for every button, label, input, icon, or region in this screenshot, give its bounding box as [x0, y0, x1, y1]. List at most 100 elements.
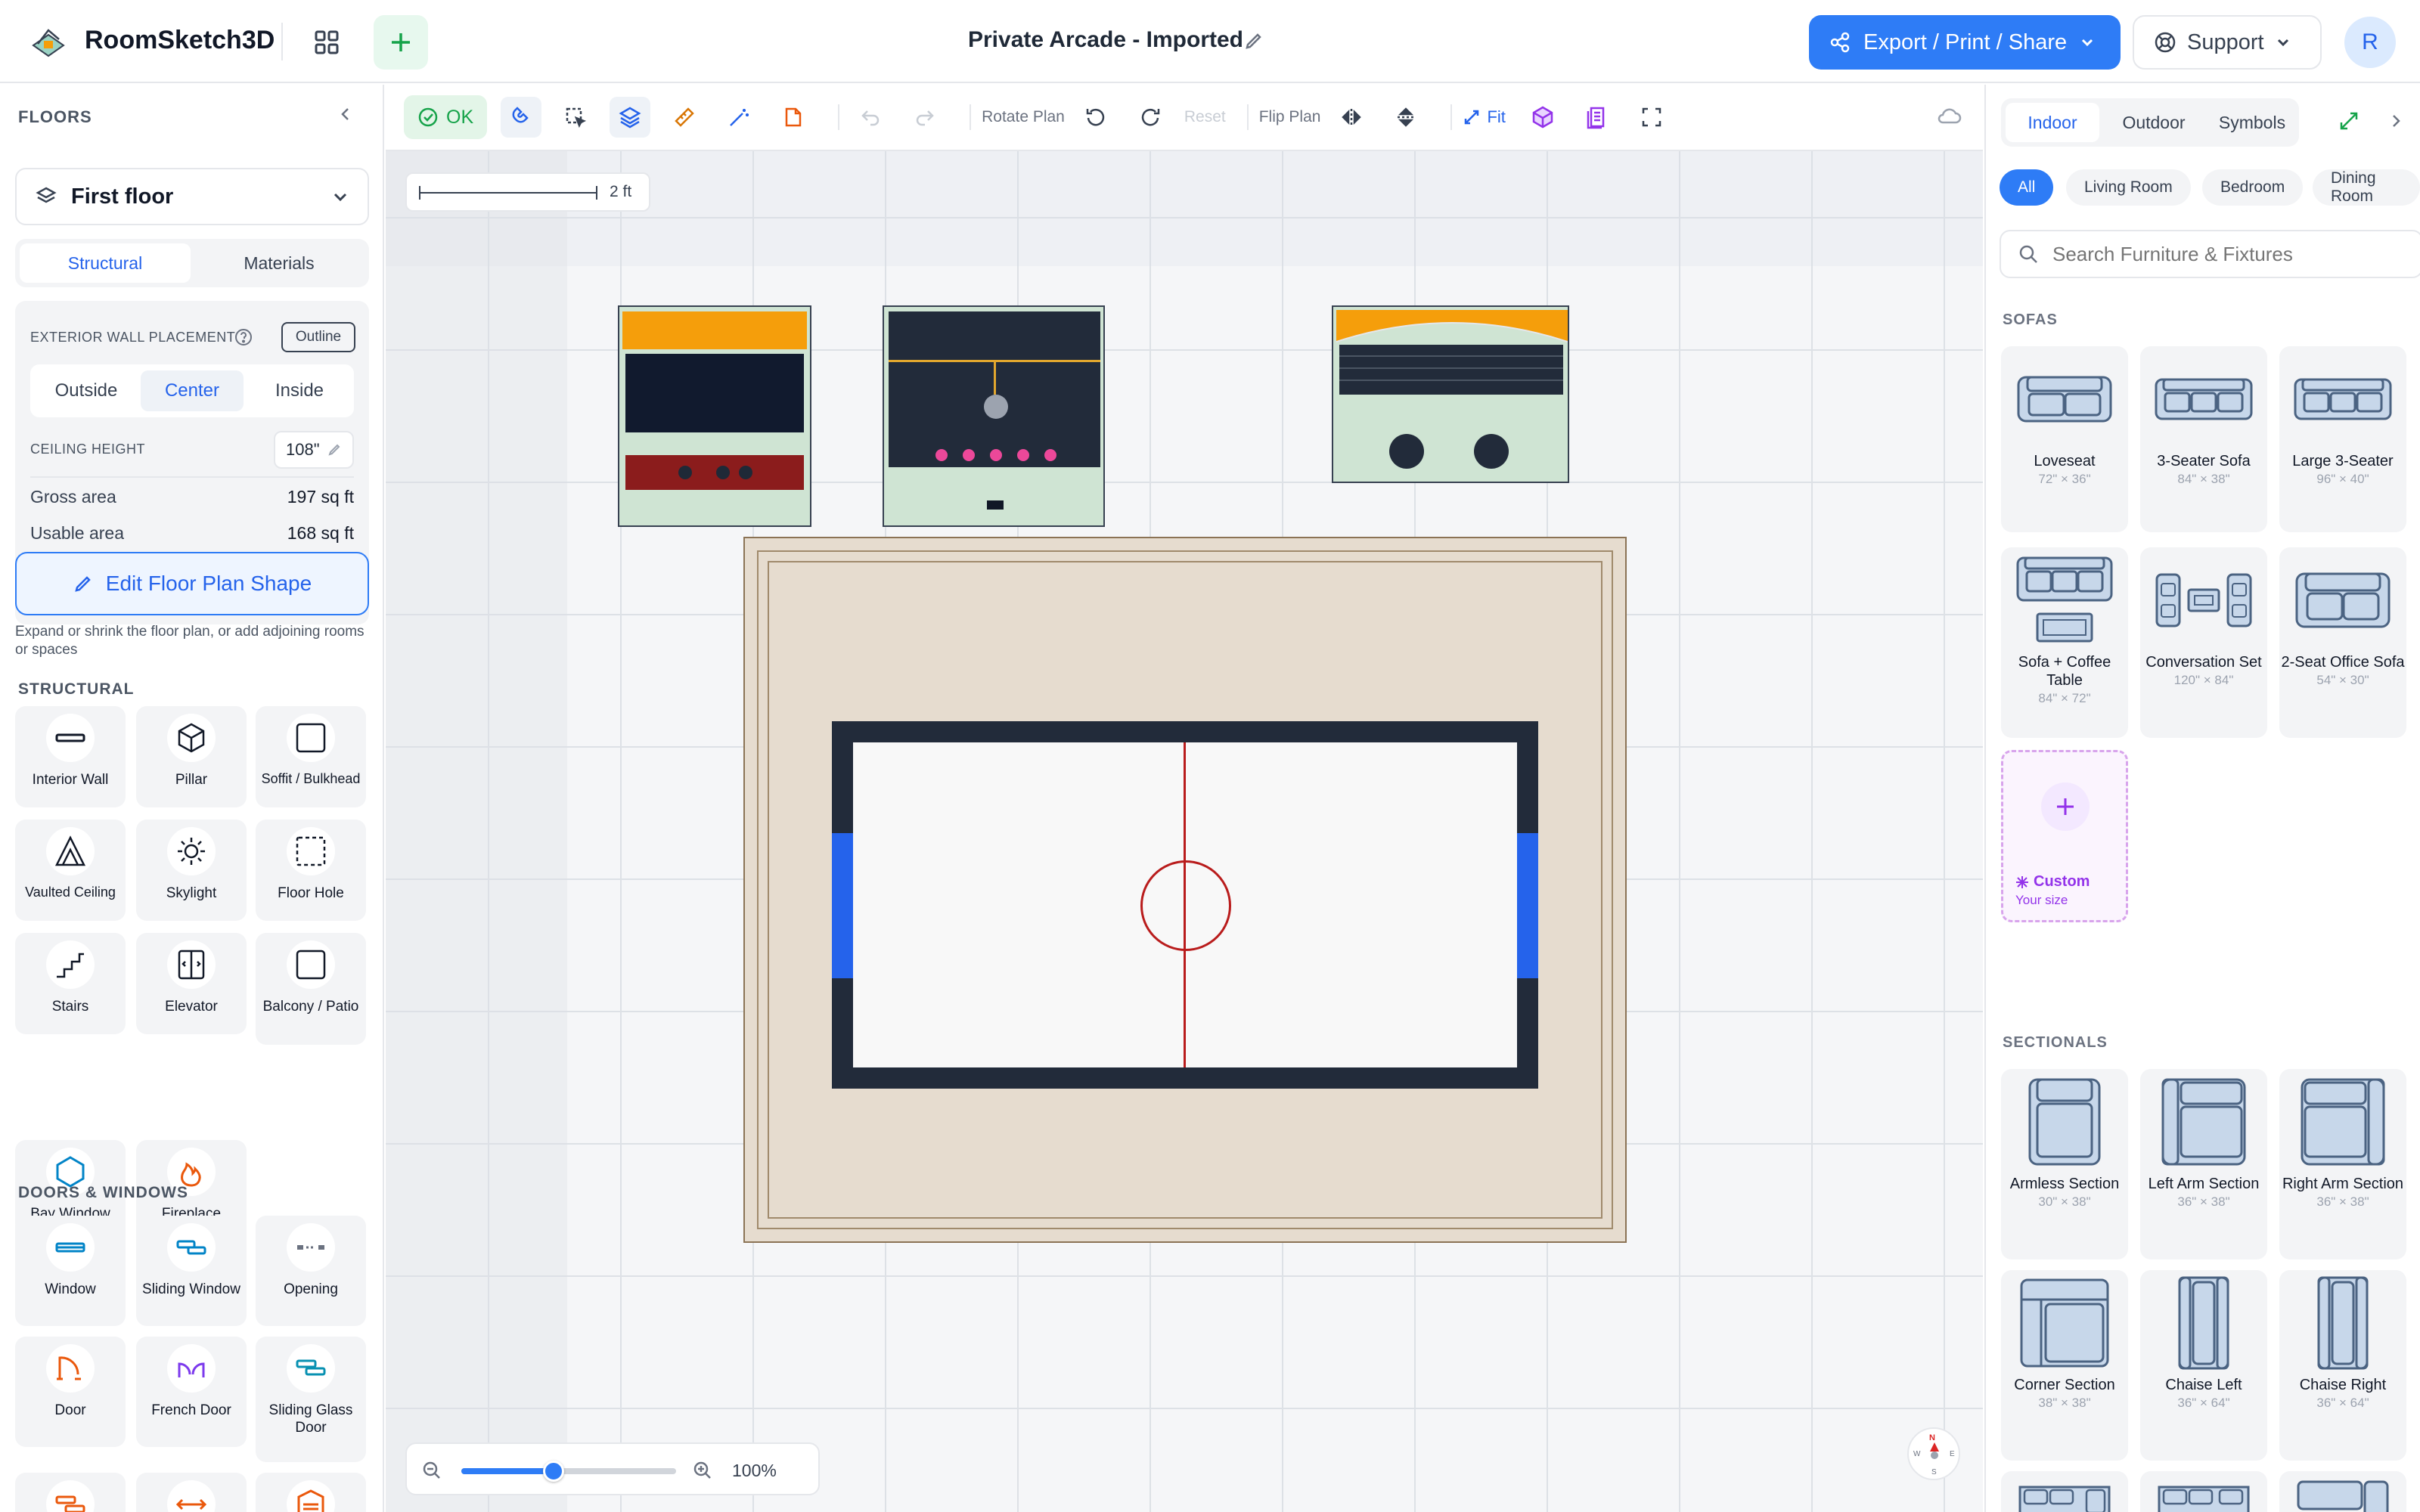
- tool-balcony[interactable]: Balcony / Patio: [256, 933, 366, 1045]
- tool-floor-hole[interactable]: Floor Hole: [256, 820, 366, 921]
- tool-pillar[interactable]: Pillar: [136, 706, 247, 807]
- tool-more-2[interactable]: [136, 1473, 247, 1512]
- furniture-large-3-seater[interactable]: Large 3-Seater 96" × 40": [2279, 346, 2406, 532]
- rotate-right-icon[interactable]: [1130, 97, 1171, 138]
- tool-french-door[interactable]: French Door: [136, 1337, 247, 1447]
- pinball-machine[interactable]: [883, 305, 1105, 527]
- wall-placement-label: EXTERIOR WALL PLACEMENT: [30, 330, 236, 345]
- furniture-dimensions: 72" × 36": [2038, 472, 2091, 486]
- furniture-chaise-right[interactable]: Chaise Right 36" × 64": [2279, 1270, 2406, 1461]
- furniture-2-seat-office-sofa[interactable]: 2-Seat Office Sofa 54" × 30": [2279, 547, 2406, 738]
- ceiling-height-input[interactable]: 108": [274, 431, 354, 469]
- zoom-slider[interactable]: [461, 1461, 676, 1482]
- furniture-conversation-set[interactable]: Conversation Set 120" × 84": [2140, 547, 2267, 738]
- ok-status-button[interactable]: OK: [404, 95, 488, 139]
- floor-plan-canvas[interactable]: 2 ft 100% N E S W: [386, 85, 1983, 1512]
- app-name: RoomSketch3D: [85, 26, 275, 54]
- compass[interactable]: N E S W: [1907, 1427, 1960, 1480]
- tool-opening[interactable]: Opening: [256, 1216, 366, 1326]
- tool-skylight[interactable]: Skylight: [136, 820, 247, 921]
- tool-window[interactable]: Window: [15, 1216, 126, 1326]
- outline-button[interactable]: Outline: [281, 322, 355, 352]
- tool-elevator[interactable]: Elevator: [136, 933, 247, 1034]
- furniture-armless-section[interactable]: Armless Section 30" × 38": [2001, 1069, 2128, 1259]
- zoom-in-icon[interactable]: [693, 1461, 712, 1480]
- tab-symbols[interactable]: Symbols: [2205, 103, 2299, 142]
- reset-button[interactable]: Reset: [1184, 108, 1226, 126]
- furniture-corner-section[interactable]: Corner Section 38" × 38": [2001, 1270, 2128, 1461]
- support-button[interactable]: Support: [2133, 15, 2322, 70]
- chevron-right-icon[interactable]: [2387, 112, 2405, 134]
- flip-horizontal-icon[interactable]: [1331, 97, 1372, 138]
- tool-interior-wall[interactable]: Interior Wall: [15, 706, 126, 807]
- cloud-sync-icon[interactable]: [1936, 104, 1962, 131]
- furniture-loveseat[interactable]: Loveseat 72" × 36": [2001, 346, 2128, 532]
- tab-indoor[interactable]: Indoor: [2006, 103, 2099, 142]
- search-input[interactable]: [2052, 242, 2400, 266]
- select-area-icon[interactable]: [555, 97, 596, 138]
- tool-more-1[interactable]: [15, 1473, 126, 1512]
- fullscreen-icon[interactable]: [1631, 97, 1672, 138]
- magnet-snap-icon[interactable]: [501, 97, 542, 138]
- notes-icon[interactable]: [773, 97, 814, 138]
- tab-materials[interactable]: Materials: [194, 243, 365, 283]
- tool-more-3[interactable]: [256, 1473, 366, 1512]
- layers-icon[interactable]: [610, 97, 651, 138]
- compass-west: W: [1913, 1450, 1921, 1458]
- undo-icon[interactable]: [850, 97, 891, 138]
- app-logo[interactable]: [27, 23, 70, 62]
- rotate-left-icon[interactable]: [1075, 97, 1116, 138]
- furniture-sectional-more-3[interactable]: [2279, 1471, 2406, 1512]
- arcade-cabinet-1[interactable]: [618, 305, 811, 527]
- tool-sliding-glass-door[interactable]: Sliding Glass Door: [256, 1337, 366, 1462]
- export-button[interactable]: Export / Print / Share: [1809, 15, 2121, 70]
- report-icon[interactable]: [1577, 97, 1618, 138]
- help-icon[interactable]: [234, 328, 253, 350]
- furniture-3-seater-sofa[interactable]: 3-Seater Sofa 84" × 38": [2140, 346, 2267, 532]
- filter-bedroom[interactable]: Bedroom: [2202, 169, 2304, 206]
- tool-label: Sliding Window: [142, 1281, 240, 1297]
- fit-button[interactable]: Fit: [1463, 107, 1506, 127]
- tool-door[interactable]: Door: [15, 1337, 126, 1447]
- grid-menu-icon[interactable]: [299, 15, 354, 70]
- furniture-right-arm-section[interactable]: Right Arm Section 36" × 38": [2279, 1069, 2406, 1259]
- floor-selector[interactable]: First floor: [15, 168, 369, 225]
- furniture-left-arm-section[interactable]: Left Arm Section 36" × 38": [2140, 1069, 2267, 1259]
- option-inside[interactable]: Inside: [247, 370, 352, 411]
- furniture-sectional-more-2[interactable]: [2140, 1471, 2267, 1512]
- zoom-slider-thumb[interactable]: [542, 1461, 564, 1482]
- 3d-view-icon[interactable]: [1522, 97, 1563, 138]
- air-hockey-table[interactable]: [832, 721, 1538, 1089]
- furniture-sectional-more-1[interactable]: [2001, 1471, 2128, 1512]
- flip-vertical-icon[interactable]: [1385, 97, 1426, 138]
- zoom-out-icon[interactable]: [422, 1461, 442, 1480]
- furniture-chaise-left[interactable]: Chaise Left 36" × 64": [2140, 1270, 2267, 1461]
- filter-all[interactable]: All: [2000, 169, 2054, 206]
- option-outside[interactable]: Outside: [33, 370, 139, 411]
- tab-outdoor[interactable]: Outdoor: [2107, 103, 2201, 142]
- measure-icon[interactable]: [664, 97, 705, 138]
- project-title[interactable]: Private Arcade - Imported: [968, 27, 1243, 53]
- filter-dining-room[interactable]: Dining Room: [2313, 169, 2420, 206]
- tool-stairs[interactable]: Stairs: [15, 933, 126, 1034]
- expand-panel-icon[interactable]: [2338, 110, 2360, 135]
- arcade-cabinet-3[interactable]: [1332, 305, 1569, 483]
- tool-sliding-window[interactable]: Sliding Window: [136, 1216, 247, 1326]
- check-circle-icon: [418, 107, 438, 127]
- option-center[interactable]: Center: [141, 370, 244, 411]
- add-new-icon[interactable]: [374, 15, 428, 70]
- tool-soffit[interactable]: Soffit / Bulkhead: [256, 706, 366, 807]
- furniture-sofa-coffee-table[interactable]: Sofa + Coffee Table 84" × 72": [2001, 547, 2128, 738]
- edit-title-icon[interactable]: [1243, 30, 1264, 55]
- edit-floor-plan-shape-button[interactable]: Edit Floor Plan Shape: [15, 552, 369, 615]
- tool-vaulted-ceiling[interactable]: Vaulted Ceiling: [15, 820, 126, 921]
- tab-structural[interactable]: Structural: [20, 243, 191, 283]
- left-arm-section-icon: [2140, 1069, 2267, 1175]
- filter-living-room[interactable]: Living Room: [2066, 169, 2191, 206]
- redo-icon[interactable]: [904, 97, 945, 138]
- collapse-panel-icon[interactable]: [337, 106, 354, 126]
- user-avatar[interactable]: R: [2344, 17, 2396, 68]
- custom-size-button[interactable]: Custom Your size: [2001, 750, 2128, 922]
- magic-wand-icon[interactable]: [718, 97, 759, 138]
- furniture-search[interactable]: [2000, 230, 2420, 278]
